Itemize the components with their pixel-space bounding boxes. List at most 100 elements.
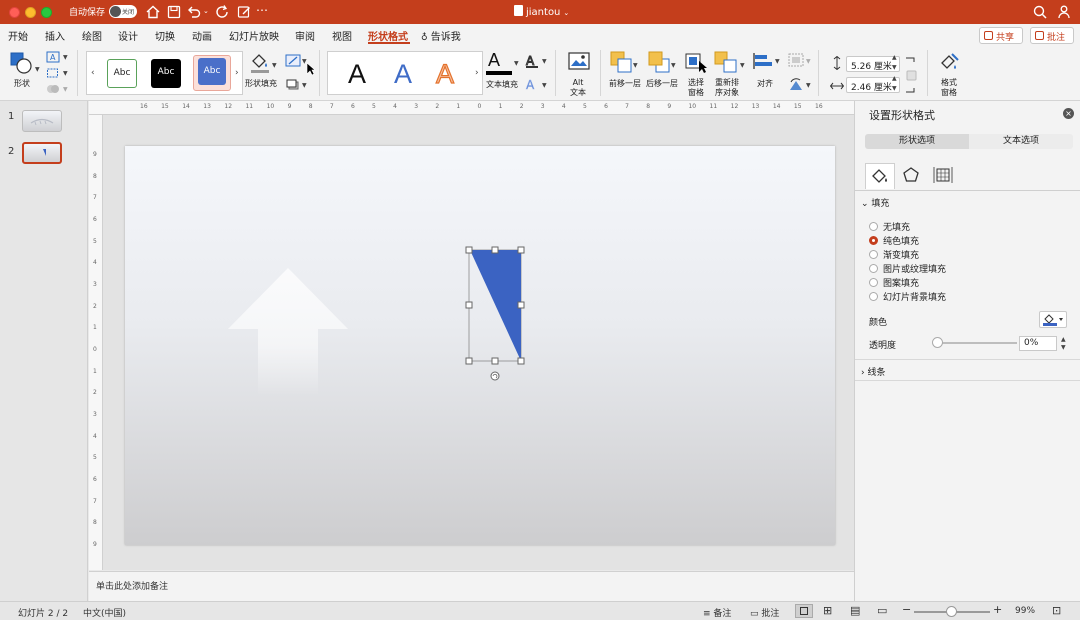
shape-fill-dropdown-icon[interactable]: ▼ — [272, 62, 277, 69]
fill-option-none[interactable]: 无填充 — [869, 220, 910, 233]
size-properties-tab[interactable] — [929, 163, 959, 189]
align-dropdown-icon[interactable]: ▼ — [775, 58, 780, 65]
selected-triangle-shape[interactable] — [461, 242, 541, 382]
text-outline-dropdown-icon[interactable]: ▼ — [542, 58, 547, 65]
transparency-slider-track[interactable] — [937, 342, 1017, 344]
shapes-icon[interactable] — [9, 51, 33, 75]
zoom-out-icon[interactable]: − — [902, 603, 911, 616]
bring-forward-icon[interactable] — [610, 51, 632, 73]
zoom-slider-thumb[interactable] — [946, 606, 957, 617]
tab-tell-me[interactable]: ♁ 告诉我 — [421, 28, 461, 43]
tab-slideshow[interactable]: 幻灯片放映 — [229, 28, 279, 43]
group-icon[interactable] — [788, 53, 804, 67]
bring-forward-dropdown-icon[interactable]: ▼ — [633, 62, 638, 69]
radio-button[interactable] — [869, 250, 878, 259]
slide-2[interactable] — [125, 146, 835, 545]
paint-bucket-icon[interactable] — [249, 51, 271, 73]
height-stepper-up[interactable]: ▲ — [892, 54, 897, 61]
color-picker-button[interactable] — [1039, 311, 1067, 328]
comments-toggle-button[interactable]: ▭ 批注 — [750, 606, 779, 619]
radio-button-selected[interactable] — [869, 236, 878, 245]
search-icon[interactable] — [1032, 4, 1048, 20]
editshape-dropdown-icon[interactable]: ▼ — [63, 70, 68, 77]
merge-shapes-icon[interactable] — [46, 83, 60, 95]
resize-handle[interactable] — [465, 301, 473, 309]
fill-section-header[interactable]: ⌄ 填充 — [861, 196, 889, 209]
zoom-level[interactable]: 99% — [1015, 606, 1035, 616]
text-effects-icon[interactable]: A — [525, 77, 539, 91]
wordart-orange[interactable]: A — [435, 58, 454, 90]
text-box-icon[interactable]: A — [46, 51, 60, 63]
person-icon[interactable] — [1057, 4, 1073, 20]
shapes-dropdown-icon[interactable]: ▼ — [35, 66, 40, 73]
redo-icon[interactable] — [214, 4, 230, 20]
wordart-next-icon[interactable]: › — [475, 68, 479, 78]
resize-handle[interactable] — [517, 301, 525, 309]
notes-toggle-button[interactable]: ≡ 备注 — [703, 606, 731, 619]
edit-shape-icon[interactable] — [46, 67, 60, 79]
lock-aspect-icon[interactable] — [904, 56, 918, 94]
undo-dropdown-icon[interactable]: ⌄ — [203, 7, 209, 15]
zoom-window-button[interactable] — [41, 7, 52, 18]
title-chevron-icon[interactable]: ⌄ — [563, 9, 569, 17]
slide-thumbnail-2[interactable] — [22, 142, 62, 164]
home-icon[interactable] — [145, 4, 161, 20]
resize-handle[interactable] — [465, 246, 473, 254]
fit-to-window-icon[interactable]: ⊡ — [1052, 604, 1061, 617]
radio-button[interactable] — [869, 264, 878, 273]
comments-button[interactable]: 批注 — [1030, 27, 1074, 44]
radio-button[interactable] — [869, 292, 878, 301]
rotate-dropdown-icon[interactable]: ▼ — [806, 82, 811, 89]
tab-animations[interactable]: 动画 — [192, 28, 212, 43]
close-window-button[interactable] — [9, 7, 20, 18]
rotate-icon[interactable] — [788, 78, 804, 92]
undo-icon[interactable] — [186, 4, 202, 20]
fill-option-picture[interactable]: 图片或纹理填充 — [869, 262, 946, 275]
textbox-dropdown-icon[interactable]: ▼ — [63, 54, 68, 61]
format-pane-icon[interactable] — [939, 51, 961, 73]
wordart-black[interactable]: A — [348, 59, 366, 90]
blue-triangle[interactable] — [470, 250, 521, 361]
tab-shape-options[interactable]: 形状选项 — [865, 134, 969, 149]
resize-handle[interactable] — [517, 246, 525, 254]
fill-option-solid[interactable]: 纯色填充 — [869, 234, 919, 247]
align-icon[interactable] — [752, 52, 774, 70]
transparency-slider-thumb[interactable] — [932, 337, 943, 348]
shape-effects-dropdown-icon[interactable]: ▼ — [302, 82, 307, 89]
text-fill-dropdown-icon[interactable]: ▼ — [514, 60, 519, 67]
more-icon[interactable]: ⋯ — [256, 3, 272, 19]
slide-thumbnail-1[interactable] — [22, 110, 62, 132]
send-backward-icon[interactable] — [648, 51, 670, 73]
tab-insert[interactable]: 插入 — [45, 28, 65, 43]
style-chip-selected-wrapper[interactable]: Abc — [193, 55, 231, 91]
tab-draw[interactable]: 绘图 — [82, 28, 102, 43]
gallery-next-icon[interactable]: › — [235, 68, 239, 78]
transparency-input[interactable]: 0% — [1019, 336, 1057, 351]
selection-pane-icon[interactable] — [685, 51, 709, 73]
language-indicator[interactable]: 中文(中国) — [83, 606, 126, 619]
reorder-dropdown-icon[interactable]: ▼ — [740, 62, 745, 69]
tab-design[interactable]: 设计 — [118, 28, 138, 43]
resize-handle[interactable] — [491, 246, 499, 254]
width-stepper-up[interactable]: ▲ — [892, 75, 897, 82]
minimize-window-button[interactable] — [25, 7, 36, 18]
merge-dropdown-icon[interactable]: ▼ — [63, 86, 68, 93]
normal-view-button[interactable] — [795, 604, 813, 618]
radio-button[interactable] — [869, 222, 878, 231]
share-button[interactable]: 共享 — [979, 27, 1023, 44]
panel-close-icon[interactable]: × — [1063, 108, 1074, 119]
fill-option-slide-background[interactable]: 幻灯片背景填充 — [869, 290, 946, 303]
reorder-objects-icon[interactable] — [714, 51, 738, 73]
line-section-header[interactable]: › 线条 — [861, 365, 886, 378]
group-dropdown-icon[interactable]: ▼ — [806, 58, 811, 65]
notes-area[interactable]: 单击此处添加备注 — [89, 571, 854, 601]
effects-tab[interactable] — [897, 163, 927, 189]
send-backward-dropdown-icon[interactable]: ▼ — [671, 62, 676, 69]
fill-option-pattern[interactable]: 图案填充 — [869, 276, 919, 289]
transparency-stepper-down[interactable]: ▼ — [1061, 344, 1066, 351]
tab-shape-format[interactable]: 形状格式 — [368, 28, 408, 43]
height-stepper-down[interactable]: ▼ — [892, 64, 897, 71]
gallery-prev-icon[interactable]: ‹ — [91, 68, 95, 78]
text-effects-dropdown-icon[interactable]: ▼ — [542, 82, 547, 89]
edit-icon[interactable] — [236, 4, 252, 20]
